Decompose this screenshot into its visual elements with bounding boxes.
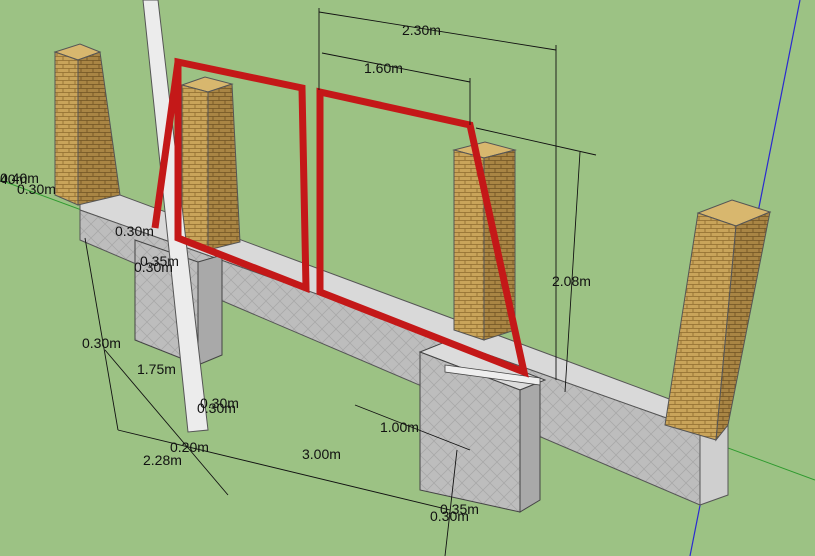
pillar-4 [664, 199, 772, 442]
dim-left-small-c: 0.30m [115, 223, 154, 239]
gate-model-drawing: 2.30m 1.60m 2.08m 1.00m 3.00m 2.28m 1.75… [0, 0, 815, 556]
left-footing-side [197, 254, 223, 366]
dim-left-depth: 1.75m [137, 361, 176, 377]
dim-edge-label: 40m [0, 171, 27, 187]
pillar-1 [53, 43, 121, 206]
dim-overall-width: 2.30m [402, 22, 441, 38]
dim-left-small-f: 0.20m [170, 439, 209, 455]
dim-gate-height: 2.08m [552, 273, 591, 289]
pillar-3 [452, 141, 517, 341]
dim-left-small-h: 0.30m [197, 400, 236, 416]
dim-footing-width: 1.00m [380, 419, 419, 435]
dim-bottom-small-b: 0.30m [430, 508, 469, 524]
dim-leaf-width: 1.60m [364, 60, 403, 76]
right-footing-side [519, 381, 541, 513]
sketchup-viewport[interactable]: 2.30m 1.60m 2.08m 1.00m 3.00m 2.28m 1.75… [0, 0, 815, 556]
pillar-2 [180, 76, 241, 251]
dim-left-small-g: 0.35m [140, 253, 179, 269]
dim-left-small-a: 0.30m [82, 335, 121, 351]
dim-span: 3.00m [302, 446, 341, 462]
